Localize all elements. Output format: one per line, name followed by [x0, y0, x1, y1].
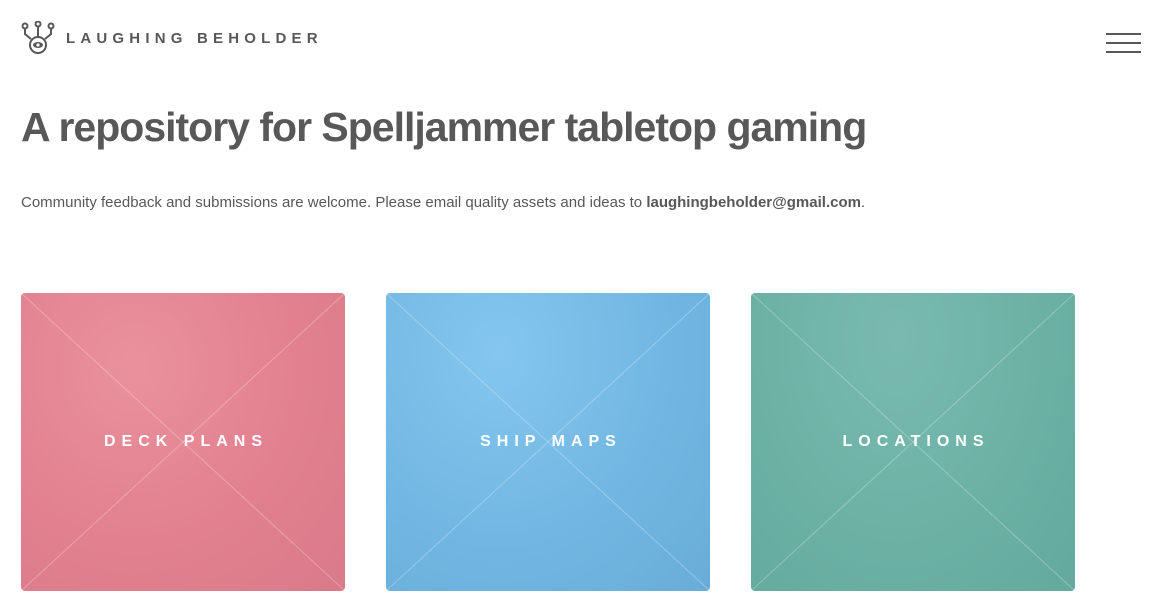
- intro-text: Community feedback and submissions are w…: [21, 194, 865, 211]
- contact-email: laughingbeholder@gmail.com: [646, 194, 861, 211]
- intro-text-body: Community feedback and submissions are w…: [21, 194, 647, 211]
- tile-deck-plans[interactable]: DECK PLANS: [21, 293, 345, 591]
- menu-bar-middle: [1106, 42, 1141, 44]
- site-header: LAUGHING BEHOLDER: [21, 21, 323, 58]
- menu-bar-bottom: [1106, 51, 1141, 53]
- site-name[interactable]: LAUGHING BEHOLDER: [66, 30, 323, 47]
- beholder-logo-icon[interactable]: [21, 21, 55, 55]
- tile-label-locations: LOCATIONS: [842, 433, 990, 450]
- page-title: A repository for Spelljammer tabletop ga…: [21, 104, 867, 150]
- tile-ship-maps[interactable]: SHIP MAPS: [386, 293, 710, 591]
- tile-label-deck-plans: DECK PLANS: [103, 433, 268, 450]
- tile-locations[interactable]: LOCATIONS: [751, 293, 1075, 591]
- intro-text-end: .: [860, 194, 866, 211]
- tile-label-ship-maps: SHIP MAPS: [480, 433, 622, 450]
- menu-bar-top: [1106, 33, 1141, 35]
- hamburger-menu-icon[interactable]: [1106, 33, 1141, 54]
